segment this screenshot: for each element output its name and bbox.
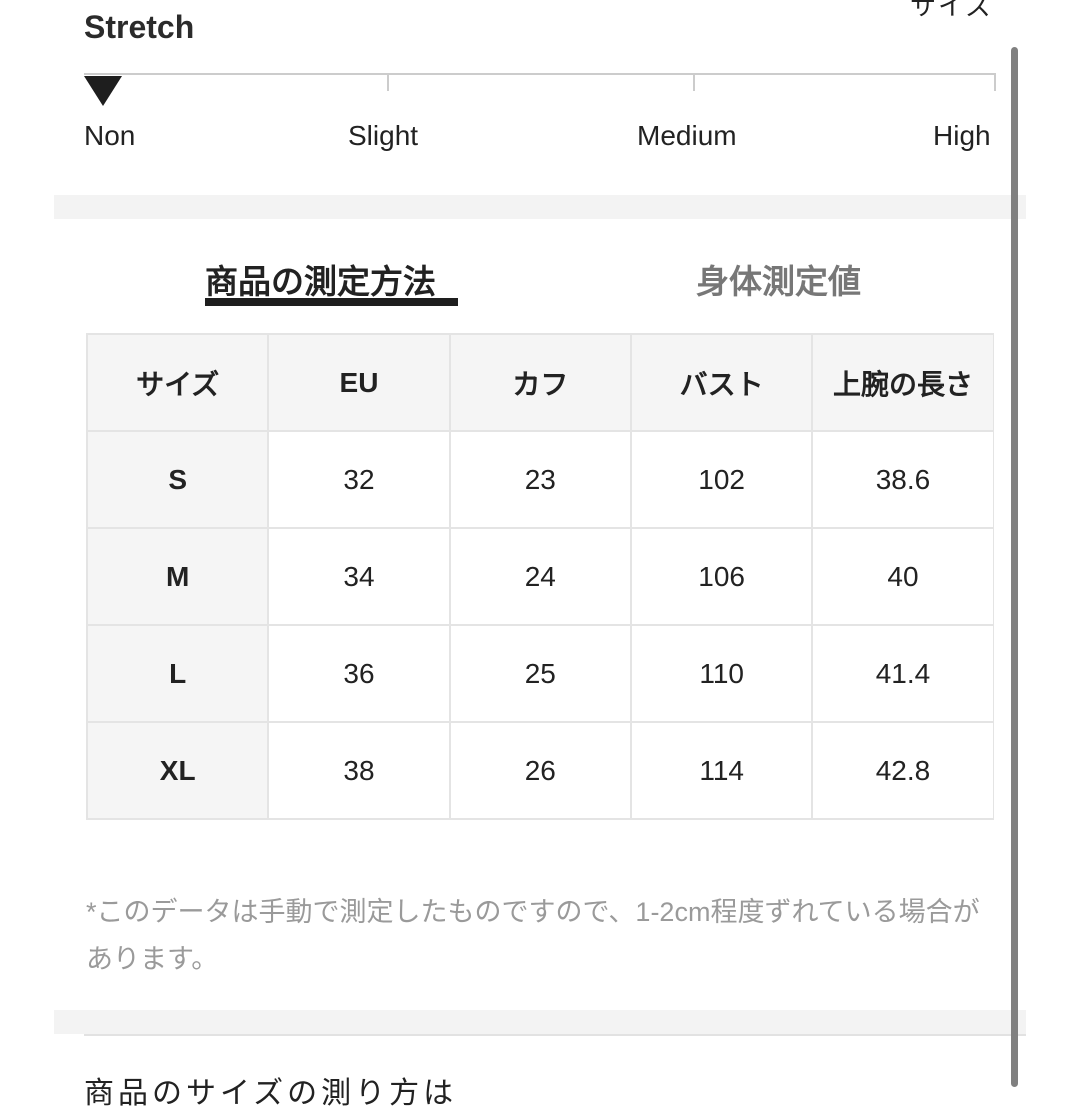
- section-divider: [54, 195, 1026, 219]
- stretch-tick-medium: [693, 73, 695, 91]
- table-row: XL 38 26 114 42.8: [87, 722, 994, 819]
- stretch-label-non: Non: [84, 120, 135, 152]
- table-header-row: サイズ EU カフ バスト 上腕の長さ: [87, 334, 994, 431]
- table-row: L 36 25 110 41.4: [87, 625, 994, 722]
- divider-line: [84, 1034, 1026, 1036]
- cell-size: L: [87, 625, 268, 722]
- size-table: サイズ EU カフ バスト 上腕の長さ S 32 23 102 38.6 M 3…: [86, 333, 994, 820]
- cell-size: M: [87, 528, 268, 625]
- stretch-label-high: High: [933, 120, 991, 152]
- measurement-disclaimer: *このデータは手動で測定したものですので、1-2cm程度ずれている場合があります…: [86, 889, 996, 983]
- tab-body-measurement[interactable]: 身体測定値: [696, 255, 861, 303]
- cell-eu: 34: [268, 528, 449, 625]
- scrollbar[interactable]: [1011, 47, 1018, 1087]
- stretch-title: Stretch: [84, 9, 194, 46]
- header-cuff: カフ: [450, 334, 631, 431]
- tab-product-measurement[interactable]: 商品の測定方法: [205, 255, 436, 303]
- section-divider-bottom: [54, 1010, 1026, 1034]
- active-tab-underline: [205, 298, 458, 306]
- cell-cuff: 24: [450, 528, 631, 625]
- size-table-container[interactable]: サイズ EU カフ バスト 上腕の長さ S 32 23 102 38.6 M 3…: [86, 333, 994, 829]
- stretch-label-slight: Slight: [348, 120, 418, 152]
- header-upper-arm-length: 上腕の長さ: [812, 334, 993, 431]
- header-size: サイズ: [87, 334, 268, 431]
- header-bust: バスト: [631, 334, 812, 431]
- cell-eu: 38: [268, 722, 449, 819]
- cell-bust: 102: [631, 431, 812, 528]
- cell-cuff: 23: [450, 431, 631, 528]
- cell-bust: 110: [631, 625, 812, 722]
- cell-eu: 32: [268, 431, 449, 528]
- cell-bust: 114: [631, 722, 812, 819]
- stretch-indicator-triangle-icon: [84, 76, 122, 106]
- clipped-heading-top: サイズ: [910, 0, 993, 23]
- cell-cuff: 26: [450, 722, 631, 819]
- table-row: S 32 23 102 38.6: [87, 431, 994, 528]
- cell-upper-arm-length: 42.8: [812, 722, 993, 819]
- cell-size: S: [87, 431, 268, 528]
- header-eu: EU: [268, 334, 449, 431]
- cell-eu: 36: [268, 625, 449, 722]
- cell-upper-arm-length: 40: [812, 528, 993, 625]
- stretch-label-medium: Medium: [637, 120, 737, 152]
- cell-size: XL: [87, 722, 268, 819]
- cell-upper-arm-length: 38.6: [812, 431, 993, 528]
- stretch-tick-high: [994, 73, 996, 91]
- table-row: M 34 24 106 40: [87, 528, 994, 625]
- cell-bust: 106: [631, 528, 812, 625]
- stretch-tick-slight: [387, 73, 389, 91]
- cell-cuff: 25: [450, 625, 631, 722]
- cell-upper-arm-length: 41.4: [812, 625, 993, 722]
- stretch-scale-line: [84, 73, 996, 75]
- clipped-heading-bottom: 商品のサイズの測り方は: [84, 1068, 457, 1112]
